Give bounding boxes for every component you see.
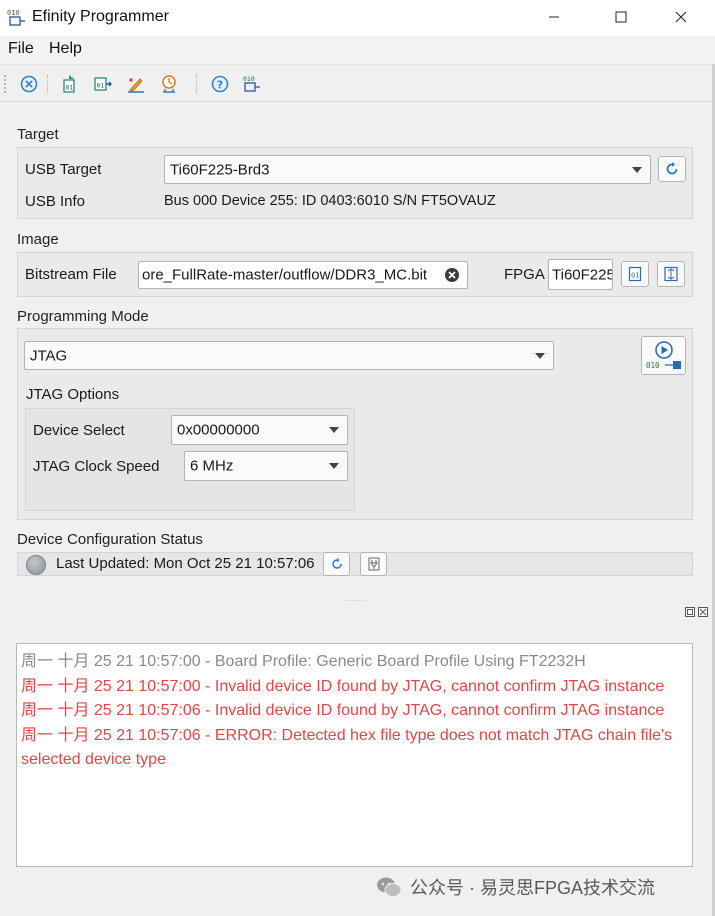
toolbar-separator: [196, 75, 197, 93]
usb-info-label: USB Info: [25, 193, 86, 210]
log-line: 周一 十月 25 21 10:57:00 - Board Profile: Ge…: [21, 653, 586, 670]
image-section-label: Image: [17, 231, 59, 248]
binary-010-icon: 010: [7, 9, 25, 26]
jtag-options-label: JTAG Options: [26, 386, 120, 403]
svg-text:010: 010: [7, 9, 20, 17]
status-bar: Last Updated: Mon Oct 25 21 10:57:06: [17, 552, 693, 576]
svg-text:010: 010: [243, 75, 255, 83]
log-line: 周一 十月 25 21 10:57:00 - Invalid device ID…: [21, 677, 665, 695]
edit-icon[interactable]: [126, 74, 146, 94]
fpga-value: Ti60F225: [552, 266, 613, 283]
chevron-down-icon: [632, 166, 642, 173]
device-config-status-label: Device Configuration Status: [17, 531, 203, 548]
bitstream-file-input[interactable]: ore_FullRate-master/outflow/DDR3_MC.bit: [138, 261, 468, 289]
log-panel[interactable]: 周一 十月 25 21 10:57:00 - Board Profile: Ge…: [16, 643, 693, 867]
refresh-icon: [666, 162, 678, 175]
svg-text:010: 010: [646, 361, 660, 370]
chevron-down-icon: [535, 352, 545, 359]
menu-bar: File Help: [0, 36, 715, 64]
menu-file[interactable]: File: [8, 40, 34, 58]
compare-icon: [664, 266, 678, 282]
toolbar-separator: [47, 75, 48, 93]
help-icon[interactable]: ?: [210, 74, 230, 94]
programming-mode-select[interactable]: JTAG: [24, 341, 554, 370]
target-group: USB Target Ti60F225-Brd3 USB Info Bus 00…: [17, 147, 693, 219]
jtag-clock-speed-dropdown[interactable]: 6 MHz: [184, 451, 348, 481]
toolbar-grip[interactable]: [4, 75, 6, 93]
refresh-status-button[interactable]: [323, 552, 350, 576]
fpga-field[interactable]: Ti60F225: [548, 259, 613, 290]
device-select-dropdown[interactable]: 0x00000000: [171, 415, 348, 445]
bitstream-file-value: ore_FullRate-master/outflow/DDR3_MC.bit: [142, 266, 428, 284]
binary-icon[interactable]: 010: [242, 74, 262, 94]
log-line: 周一 十月 25 21 10:57:06 - ERROR: Detected h…: [21, 726, 673, 769]
watermark-text: 公众号 · 易灵思FPGA技术交流: [410, 878, 656, 898]
stop-icon[interactable]: [19, 74, 39, 94]
target-section-label: Target: [17, 126, 59, 143]
programming-mode-label: Programming Mode: [17, 308, 149, 325]
svg-text:01: 01: [97, 82, 105, 90]
close-icon: [675, 11, 687, 23]
maximize-icon: [615, 11, 627, 23]
image-group: Bitstream File ore_FullRate-master/outfl…: [17, 252, 693, 297]
status-led-icon: [26, 555, 46, 575]
jtag-clock-speed-label: JTAG Clock Speed: [33, 458, 160, 475]
jtag-options-group: Device Select 0x00000000 JTAG Clock Spee…: [25, 408, 355, 511]
watermark: 公众号 · 易灵思FPGA技术交流: [376, 874, 655, 900]
fpga-label: FPGA: [504, 266, 545, 283]
float-panel-icon[interactable]: [685, 607, 695, 617]
compare-button[interactable]: [657, 261, 685, 287]
log-line: 周一 十月 25 21 10:57:06 - Invalid device ID…: [21, 702, 665, 719]
window-title: Efinity Programmer: [32, 8, 169, 25]
open-bitstream-button[interactable]: 01: [621, 261, 649, 287]
open-file-icon: 01: [628, 266, 642, 282]
clear-icon[interactable]: [444, 267, 460, 283]
device-select-label: Device Select: [33, 422, 125, 439]
programming-mode-value: JTAG: [30, 347, 68, 364]
maximize-button[interactable]: [598, 0, 644, 34]
chevron-down-icon: [329, 463, 339, 469]
device-select-value: 0x00000000: [177, 421, 260, 439]
close-window-button[interactable]: [658, 0, 704, 34]
minimize-button[interactable]: [531, 0, 577, 34]
close-panel-icon[interactable]: [698, 607, 708, 617]
last-updated-text: Last Updated: Mon Oct 25 21 10:57:06: [56, 555, 315, 572]
wechat-icon: [377, 877, 402, 897]
bitstream-file-label: Bitstream File: [25, 266, 117, 283]
chevron-down-icon: [329, 427, 339, 433]
play-icon: [654, 340, 673, 359]
usb-target-select[interactable]: Ti60F225-Brd3: [164, 155, 651, 184]
reset-icon[interactable]: [159, 74, 179, 94]
menu-help[interactable]: Help: [49, 40, 82, 58]
toolbar: 01 01 ? 010: [0, 64, 712, 102]
open-file-icon[interactable]: 01: [60, 74, 80, 94]
svg-text:01: 01: [631, 272, 639, 280]
svg-text:01: 01: [66, 84, 74, 92]
start-program-button[interactable]: 010: [641, 336, 686, 375]
programming-group: JTAG 010 JTAG Options Device Select 0x00…: [17, 328, 693, 520]
minimize-icon: [549, 16, 559, 18]
binary-chip-icon: 010: [646, 360, 681, 370]
status-tool-button[interactable]: [360, 552, 387, 576]
program-icon[interactable]: 01: [93, 74, 113, 94]
svg-text:?: ?: [217, 78, 223, 91]
refresh-target-button[interactable]: [658, 156, 686, 182]
title-bar: 010 Efinity Programmer: [0, 0, 715, 36]
plug-icon: [368, 557, 379, 571]
splitter-handle[interactable]: .......: [345, 594, 368, 603]
jtag-clock-speed-value: 6 MHz: [190, 457, 234, 475]
usb-info-value: Bus 000 Device 255: ID 0403:6010 S/N FT5…: [164, 193, 496, 209]
refresh-icon: [331, 557, 342, 569]
usb-target-value: Ti60F225-Brd3: [170, 161, 270, 178]
usb-target-label: USB Target: [25, 161, 102, 178]
